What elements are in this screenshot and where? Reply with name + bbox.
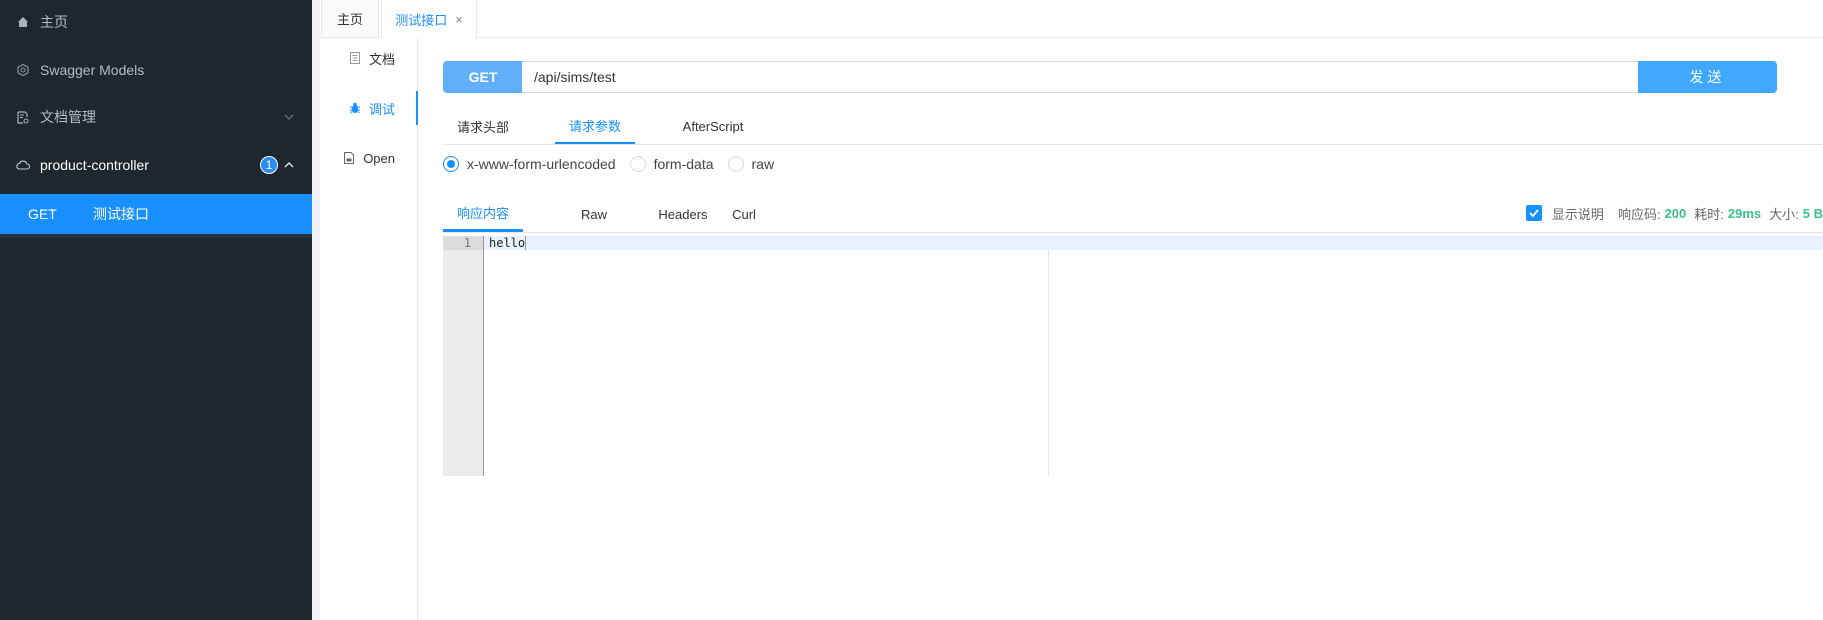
time-value: 29ms bbox=[1727, 205, 1762, 221]
models-icon bbox=[16, 63, 30, 77]
size-value: 5 B bbox=[1802, 205, 1823, 221]
radio-form-data[interactable]: form-data bbox=[629, 156, 714, 172]
status-code-value: 200 bbox=[1664, 205, 1687, 221]
active-side-tab-indicator bbox=[416, 91, 418, 125]
send-button[interactable]: 发送 bbox=[1638, 61, 1777, 93]
tab-label: Headers bbox=[658, 206, 708, 222]
tab-label: 响应内容 bbox=[456, 206, 509, 221]
status-code-label: 响应码: bbox=[1617, 206, 1661, 222]
show-description-checkbox[interactable] bbox=[1525, 205, 1542, 221]
print-margin bbox=[1048, 250, 1049, 476]
text-cursor bbox=[525, 236, 527, 250]
sidebar-item-doc-manage[interactable]: 文档管理 bbox=[0, 97, 312, 137]
side-tab-debug[interactable]: 调试 bbox=[320, 93, 417, 123]
sidebar-item-label: product-controller bbox=[40, 157, 149, 173]
tab-label: 请求头部 bbox=[456, 119, 509, 135]
sidebar: 主页 Swagger Models 文档管理 product-controlle… bbox=[0, 0, 312, 620]
radio-label: form-data bbox=[653, 156, 714, 172]
count-badge: 1 bbox=[260, 156, 278, 174]
tab-request-headers[interactable]: 请求头部 bbox=[443, 108, 523, 144]
side-tab-label: Open bbox=[363, 150, 395, 166]
tab-label: 主页 bbox=[336, 12, 363, 27]
url-input[interactable]: /api/sims/test bbox=[522, 61, 1639, 93]
tab-label: AfterScript bbox=[682, 118, 744, 134]
layout-gap bbox=[312, 0, 320, 620]
code-line: hello bbox=[489, 236, 526, 250]
chevron-up-icon bbox=[283, 159, 295, 171]
tab-response-content[interactable]: 响应内容 bbox=[443, 196, 523, 232]
cloud-icon bbox=[16, 158, 30, 172]
radio-dot[interactable] bbox=[443, 156, 459, 172]
radio-label: raw bbox=[751, 156, 775, 172]
document-icon bbox=[349, 52, 361, 64]
chevron-down-icon bbox=[283, 111, 295, 123]
side-tabs: 文档 调试 Open bbox=[320, 38, 418, 620]
radio-dot[interactable] bbox=[727, 156, 744, 172]
doc-manage-icon bbox=[16, 110, 30, 124]
sidebar-item-product-controller[interactable]: product-controller 1 bbox=[0, 145, 312, 185]
side-tab-open[interactable]: Open bbox=[320, 143, 417, 173]
radio-label: x-www-form-urlencoded bbox=[467, 156, 616, 172]
file-icon bbox=[343, 152, 355, 164]
line-number: 1 bbox=[443, 236, 483, 250]
tab-label: Raw bbox=[580, 206, 607, 222]
tab-test-api[interactable]: 测试接口 × bbox=[381, 0, 477, 39]
time-label: 耗时: bbox=[1694, 206, 1724, 222]
side-tab-label: 文档 bbox=[368, 51, 395, 67]
radio-raw[interactable]: raw bbox=[727, 156, 775, 172]
api-method: GET bbox=[28, 206, 57, 222]
method-select[interactable]: GET bbox=[443, 61, 523, 93]
side-tab-label: 调试 bbox=[368, 101, 395, 117]
divider bbox=[0, 234, 312, 238]
tab-curl[interactable]: Curl bbox=[704, 196, 784, 232]
tab-label: 测试接口 bbox=[395, 12, 448, 28]
tab-bar: 主页 测试接口 × bbox=[320, 0, 1823, 39]
checkmark-icon bbox=[1529, 209, 1539, 217]
tab-label: 请求参数 bbox=[568, 118, 621, 134]
editor-gutter: 1 bbox=[443, 236, 484, 476]
editor-content[interactable]: hello bbox=[489, 236, 527, 250]
response-tabs: 响应内容 Raw Headers Curl 显示说明 响应码: 200 耗时: … bbox=[443, 196, 1823, 233]
sidebar-item-home[interactable]: 主页 bbox=[0, 2, 312, 42]
tab-raw[interactable]: Raw bbox=[554, 196, 634, 232]
radio-dot[interactable] bbox=[629, 156, 646, 172]
api-name: 测试接口 bbox=[93, 206, 149, 222]
close-icon[interactable]: × bbox=[455, 12, 463, 27]
active-line-highlight bbox=[484, 236, 1823, 250]
home-icon bbox=[16, 15, 30, 29]
bug-icon bbox=[349, 102, 361, 114]
response-editor[interactable]: 1 hello bbox=[443, 236, 1823, 476]
response-status: 显示说明 响应码: 200 耗时: 29ms 大小: 5 B bbox=[1525, 196, 1823, 230]
sidebar-item-label: Swagger Models bbox=[40, 62, 145, 78]
tab-request-params[interactable]: 请求参数 bbox=[555, 108, 635, 144]
tab-afterscript[interactable]: AfterScript bbox=[673, 108, 753, 144]
sidebar-item-swagger-models[interactable]: Swagger Models bbox=[0, 50, 312, 90]
sidebar-item-label: 文档管理 bbox=[40, 109, 96, 125]
tab-home[interactable]: 主页 bbox=[321, 0, 379, 38]
radio-x-www-form-urlencoded[interactable]: x-www-form-urlencoded bbox=[443, 156, 616, 172]
tab-label: Curl bbox=[732, 206, 756, 222]
side-tab-doc[interactable]: 文档 bbox=[320, 43, 417, 73]
size-label: 大小: bbox=[1769, 206, 1799, 222]
sidebar-item-label: 主页 bbox=[40, 14, 68, 30]
show-description-label: 显示说明 bbox=[1551, 206, 1604, 222]
content-type-radio-group: x-www-form-urlencoded form-data raw bbox=[443, 154, 788, 174]
sidebar-api-item-active[interactable]: GET 测试接口 bbox=[0, 194, 312, 234]
request-tabs: 请求头部 请求参数 AfterScript bbox=[443, 108, 1823, 145]
